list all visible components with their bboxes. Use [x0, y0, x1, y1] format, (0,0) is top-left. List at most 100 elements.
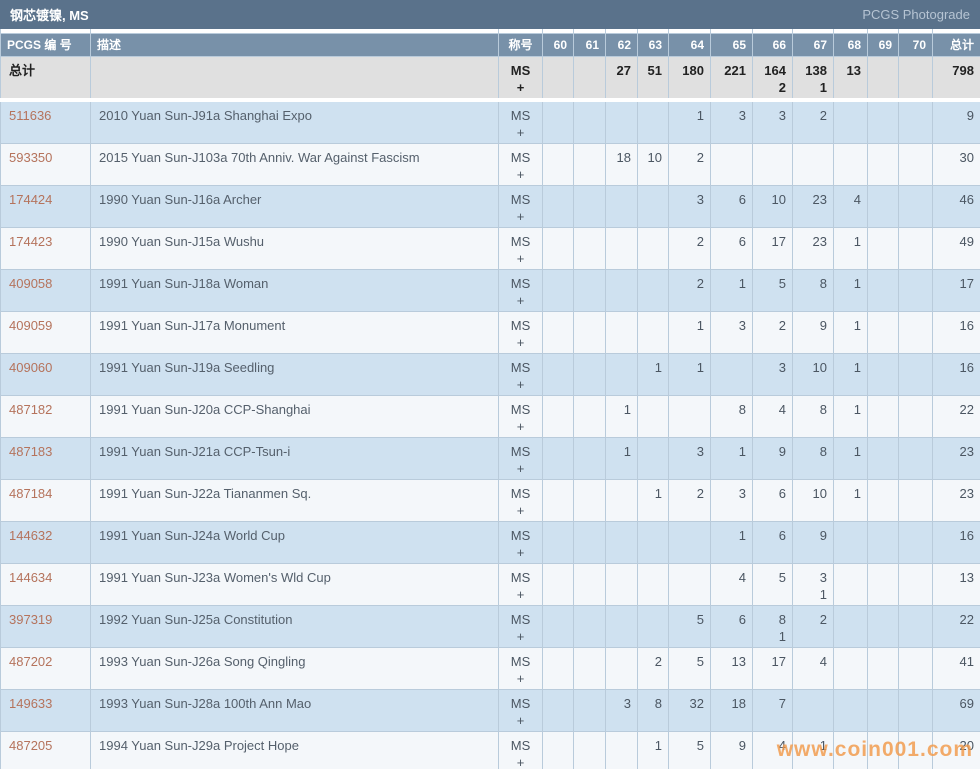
coin-description: 1991 Yuan Sun-J22a Tiananmen Sq. — [91, 479, 499, 521]
grade-cell-66: 17 — [753, 227, 793, 269]
grade-cell-66: 9 — [753, 437, 793, 479]
pcgs-number-link[interactable]: 487205 — [9, 738, 52, 753]
designation-cell: MS+ — [499, 731, 543, 769]
grade-cell-63: 51 — [638, 56, 669, 100]
coin-description: 1994 Yuan Sun-J29a Project Hope — [91, 731, 499, 769]
grade-cell-61 — [574, 100, 606, 144]
row-total: 41 — [933, 647, 980, 689]
grade-cell-65: 18 — [711, 689, 753, 731]
pcgs-population-page: 钢芯镀镍, MS PCGS Photograde PCGS 编 号 描述 称号 … — [0, 0, 980, 769]
col-header-pcgs-number: PCGS 编 号 — [1, 33, 91, 56]
grade-cell-63 — [638, 395, 669, 437]
grade-cell-66: 4 — [753, 395, 793, 437]
coin-description: 1993 Yuan Sun-J26a Song Qingling — [91, 647, 499, 689]
pcgs-number-link[interactable]: 409058 — [9, 276, 52, 291]
grade-cell-60 — [543, 479, 574, 521]
grade-cell-69 — [868, 563, 899, 605]
grade-cell-62 — [606, 605, 638, 647]
pcgs-number-link[interactable]: 511636 — [9, 108, 51, 123]
grade-cell-63 — [638, 311, 669, 353]
grade-cell-67: 2 — [793, 100, 834, 144]
title-bar: 钢芯镀镍, MS PCGS Photograde — [0, 0, 980, 29]
pcgs-number-cell: 487182 — [1, 395, 91, 437]
grade-cell-65 — [711, 353, 753, 395]
grade-cell-67: 1 — [793, 731, 834, 769]
pcgs-number-link[interactable]: 487202 — [9, 654, 52, 669]
grade-cell-69 — [868, 689, 899, 731]
grade-cell-68: 1 — [834, 311, 868, 353]
col-header-grade-68: 68 — [834, 33, 868, 56]
population-table: PCGS 编 号 描述 称号 6061626364656667686970总计 … — [0, 29, 980, 769]
row-total: 9 — [933, 100, 980, 144]
table-row: 4090601991 Yuan Sun-J19a SeedlingMS+1131… — [1, 353, 980, 395]
grade-cell-64: 5 — [669, 605, 711, 647]
table-row: 4090581991 Yuan Sun-J18a WomanMS+2158117 — [1, 269, 980, 311]
row-total: 22 — [933, 395, 980, 437]
grade-cell-61 — [574, 227, 606, 269]
grade-cell-68: 1 — [834, 437, 868, 479]
grade-cell-61 — [574, 479, 606, 521]
pcgs-number-link[interactable]: 174423 — [9, 234, 52, 249]
grade-cell-70 — [899, 143, 933, 185]
col-header-grade-67: 67 — [793, 33, 834, 56]
grade-cell-65: 9 — [711, 731, 753, 769]
pcgs-number-cell: 487205 — [1, 731, 91, 769]
designation-cell: MS+ — [499, 647, 543, 689]
grade-cell-70 — [899, 100, 933, 144]
grade-cell-68 — [834, 731, 868, 769]
pcgs-number-cell: 174423 — [1, 227, 91, 269]
grade-cell-70 — [899, 395, 933, 437]
col-header-grade-70: 70 — [899, 33, 933, 56]
grade-cell-65: 6 — [711, 227, 753, 269]
pcgs-number-link[interactable]: 144632 — [9, 528, 52, 543]
pcgs-number-link[interactable]: 397319 — [9, 612, 52, 627]
grade-cell-65: 221 — [711, 56, 753, 100]
pcgs-number-link[interactable]: 144634 — [9, 570, 52, 585]
pcgs-number-link[interactable]: 174424 — [9, 192, 52, 207]
grade-cell-66: 7 — [753, 689, 793, 731]
table-row: 487202 1993 Yuan Sun-J26a Song QinglingMS… — [1, 647, 980, 689]
pcgs-number-link[interactable]: 487182 — [9, 402, 52, 417]
grade-cell-69 — [868, 605, 899, 647]
grade-cell-60 — [543, 731, 574, 769]
pcgs-number-link[interactable]: 149633 — [9, 696, 52, 711]
grade-cell-64: 3 — [669, 437, 711, 479]
grade-cell-70 — [899, 521, 933, 563]
pcgs-number-link[interactable]: 487183 — [9, 444, 52, 459]
pcgs-number-cell: 487184 — [1, 479, 91, 521]
pcgs-number-cell: 487202 — [1, 647, 91, 689]
grade-cell-64: 2 — [669, 269, 711, 311]
grade-cell-69 — [868, 437, 899, 479]
grade-cell-67: 9 — [793, 311, 834, 353]
pcgs-number-cell: 409059 — [1, 311, 91, 353]
grade-cell-63: 1 — [638, 731, 669, 769]
designation-cell: MS+ — [499, 395, 543, 437]
grade-cell-68 — [834, 689, 868, 731]
grade-cell-68 — [834, 143, 868, 185]
grade-cell-61 — [574, 395, 606, 437]
grade-cell-61 — [574, 311, 606, 353]
grade-cell-64 — [669, 395, 711, 437]
coin-description: 1991 Yuan Sun-J19a Seedling — [91, 353, 499, 395]
grade-cell-67: 31 — [793, 563, 834, 605]
pcgs-number-link[interactable]: 409060 — [9, 360, 52, 375]
pcgs-number-link[interactable]: 593350 — [9, 150, 52, 165]
grade-cell-66: 5 — [753, 563, 793, 605]
pcgs-number-link[interactable]: 409059 — [9, 318, 52, 333]
table-row: 1496331993 Yuan Sun-J28a 100th Ann MaoMS… — [1, 689, 980, 731]
pcgs-number-cell: 511636 — [1, 100, 91, 144]
designation-cell: MS+ — [499, 143, 543, 185]
photograde-link[interactable]: PCGS Photograde — [862, 7, 970, 22]
designation-cell: MS+ — [499, 56, 543, 100]
pcgs-number-link[interactable]: 487184 — [9, 486, 52, 501]
grade-cell-60 — [543, 143, 574, 185]
coin-description: 1991 Yuan Sun-J23a Women's Wld Cup — [91, 563, 499, 605]
grade-cell-61 — [574, 731, 606, 769]
row-total: 13 — [933, 563, 980, 605]
grade-cell-65: 3 — [711, 100, 753, 144]
table-row: 4871841991 Yuan Sun-J22a Tiananmen Sq.MS… — [1, 479, 980, 521]
grade-cell-64: 5 — [669, 731, 711, 769]
page-title: 钢芯镀镍, MS — [10, 5, 89, 24]
grade-cell-69 — [868, 143, 899, 185]
grade-cell-66: 10 — [753, 185, 793, 227]
